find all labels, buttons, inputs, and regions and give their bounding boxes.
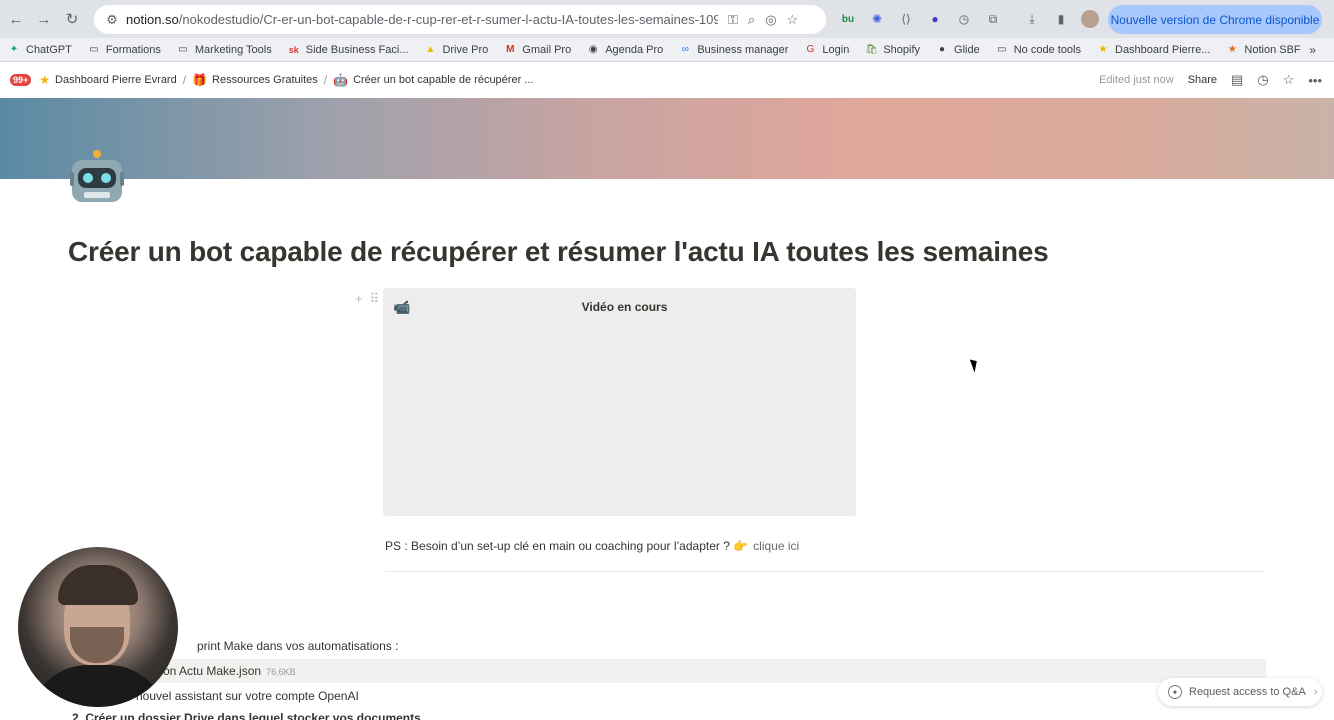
forward-icon[interactable]: → <box>30 5 58 33</box>
bookmark-gmail-pro[interactable]: M Gmail Pro <box>504 44 571 56</box>
notion-topbar: 99+ ★ Dashboard Pierre Evrard / 🎁 Ressourc… <box>0 62 1334 98</box>
bookmark-star-icon[interactable]: ☆ <box>787 12 799 28</box>
chevron-right-icon: › <box>1313 686 1318 698</box>
sparkle-icon: ✦ <box>1168 685 1182 699</box>
bookmark-login[interactable]: G Login <box>804 44 850 56</box>
url-text[interactable]: notion.so/nokodestudio/Cr-er-un-bot-capa… <box>126 12 718 27</box>
page-title[interactable]: Créer un bot capable de récupérer et rés… <box>68 236 1049 268</box>
breadcrumb-separator: / <box>182 73 187 87</box>
ps-callout: PS : Besoin d’un set-up clé en main ou c… <box>385 539 800 553</box>
extension-globe-icon[interactable]: ● <box>925 9 945 29</box>
history-icon[interactable]: ◷ <box>1257 72 1268 88</box>
address-bar[interactable]: ⚙ notion.so/nokodestudio/Cr-er-un-bot-ca… <box>94 5 826 34</box>
folder-icon: ▭ <box>178 44 188 55</box>
chrome-update-button[interactable]: Nouvelle version de Chrome disponible <box>1108 5 1322 34</box>
breadcrumb-dashboard[interactable]: ★ Dashboard Pierre Evrard <box>39 73 176 87</box>
breadcrumb-ressources[interactable]: 🎁 Ressources Gratuites <box>192 73 318 87</box>
video-title: Vidéo en cours <box>581 300 668 314</box>
bookmark-chatgpt[interactable]: ✦ ChatGPT <box>8 44 72 56</box>
instruction-text: print Make dans vos automatisations : <box>197 639 399 653</box>
bookmark-marketing-tools[interactable]: ▭ Marketing Tools <box>177 44 272 56</box>
download-icon[interactable]: ⤓ <box>1022 9 1042 29</box>
star-icon: ★ <box>39 73 51 87</box>
extension-code-icon[interactable]: ⟨⟩ <box>896 9 916 29</box>
more-options-icon[interactable]: ••• <box>1308 73 1322 88</box>
comments-icon[interactable]: ▤ <box>1231 72 1243 88</box>
chatgpt-icon: ✦ <box>9 44 19 55</box>
extensions-area: bu ✺ ⟨⟩ ● ◷ ⧉ ⤓ ▮ <box>838 9 1100 29</box>
file-name[interactable]: on Actu Make.json 76.6KB <box>163 664 296 678</box>
divider <box>385 571 1265 572</box>
video-placeholder[interactable]: 📹 Vidéo en cours <box>383 288 856 516</box>
bookmark-glide[interactable]: ● Glide <box>936 44 980 56</box>
extensions-puzzle-icon[interactable]: ⧉ <box>983 9 1003 29</box>
bookmarks-bar: ✦ ChatGPT ▭ Formations ▭ Marketing Tools sk… <box>0 38 1334 62</box>
profile-avatar[interactable] <box>1080 9 1100 29</box>
favorite-star-icon[interactable]: ☆ <box>1283 72 1295 88</box>
glide-icon: ● <box>939 44 946 55</box>
bookmark-agenda-pro[interactable]: ◉ Agenda Pro <box>587 44 663 56</box>
bookmark-formations[interactable]: ▭ Formations <box>88 44 161 56</box>
breadcrumb-separator: / <box>323 73 328 87</box>
robot-page-icon[interactable] <box>70 150 124 206</box>
bookmark-side-business[interactable]: sk Side Business Faci... <box>288 44 409 56</box>
instruction-text: nouvel assistant sur votre compte OpenAI <box>136 689 359 703</box>
edited-status: Edited just now <box>1099 74 1174 86</box>
bookmark-drive-pro[interactable]: ▲ Drive Pro <box>424 44 489 56</box>
zoom-icon[interactable]: ⌕ <box>748 12 755 28</box>
sk-icon: sk <box>288 44 299 55</box>
block-handle[interactable]: + ⠿ <box>355 291 379 307</box>
drive-icon: ▲ <box>425 44 436 55</box>
site-info-icon[interactable]: ⚙ <box>98 12 126 28</box>
gift-icon: 🎁 <box>192 73 208 87</box>
notification-badge[interactable]: 99+ <box>10 74 32 86</box>
meta-icon: ∞ <box>681 44 689 55</box>
clique-ici-link[interactable]: clique ici <box>753 539 799 553</box>
qa-request-button[interactable]: ✦ Request access to Q&A › <box>1158 678 1322 706</box>
webcam-overlay <box>18 547 178 707</box>
folder-icon: ▭ <box>997 44 1007 55</box>
key-icon[interactable]: ⚿ <box>728 12 738 28</box>
page-cover <box>0 98 1334 179</box>
extension-gear-icon[interactable]: ✺ <box>867 9 887 29</box>
bookmarks-overflow-icon[interactable]: » <box>1309 43 1316 57</box>
robot-icon: 🤖 <box>333 73 349 87</box>
breadcrumb-current-page[interactable]: 🤖 Créer un bot capable de récupérer ... <box>333 73 533 87</box>
bookmark-dashboard-pierre[interactable]: ★ Dashboard Pierre... <box>1097 44 1211 56</box>
gmail-icon: M <box>506 44 515 55</box>
bookmark-notion-sbf[interactable]: ★ Notion SBF <box>1226 44 1301 56</box>
share-button[interactable]: Share <box>1188 74 1217 86</box>
star-icon: ★ <box>1227 44 1237 55</box>
folder-icon: ▭ <box>89 44 99 55</box>
agenda-icon: ◉ <box>588 44 598 55</box>
star-icon: ★ <box>1098 44 1108 55</box>
bookmark-shopify[interactable]: 🛍 Shopify <box>865 44 920 56</box>
extension-bu-icon[interactable]: bu <box>838 9 858 29</box>
back-icon[interactable]: ← <box>2 5 30 33</box>
extension-clock-icon[interactable]: ◷ <box>954 9 974 29</box>
shopify-icon: 🛍 <box>865 44 878 55</box>
side-panel-icon[interactable]: ▮ <box>1051 9 1071 29</box>
eye-off-icon[interactable]: ◎ <box>765 12 776 28</box>
bookmark-no-code-tools[interactable]: ▭ No code tools <box>996 44 1081 56</box>
reload-icon[interactable]: ↻ <box>58 5 86 33</box>
drag-handle-icon[interactable]: ⠿ <box>370 291 380 307</box>
numbered-item: 2. Créer un dossier Drive dans lequel st… <box>72 711 421 720</box>
bookmark-business-manager[interactable]: ∞ Business manager <box>679 44 789 56</box>
add-block-icon[interactable]: + <box>355 291 363 307</box>
login-icon: G <box>806 44 815 55</box>
mouse-cursor <box>969 357 981 373</box>
file-size: 76.6KB <box>266 667 296 677</box>
